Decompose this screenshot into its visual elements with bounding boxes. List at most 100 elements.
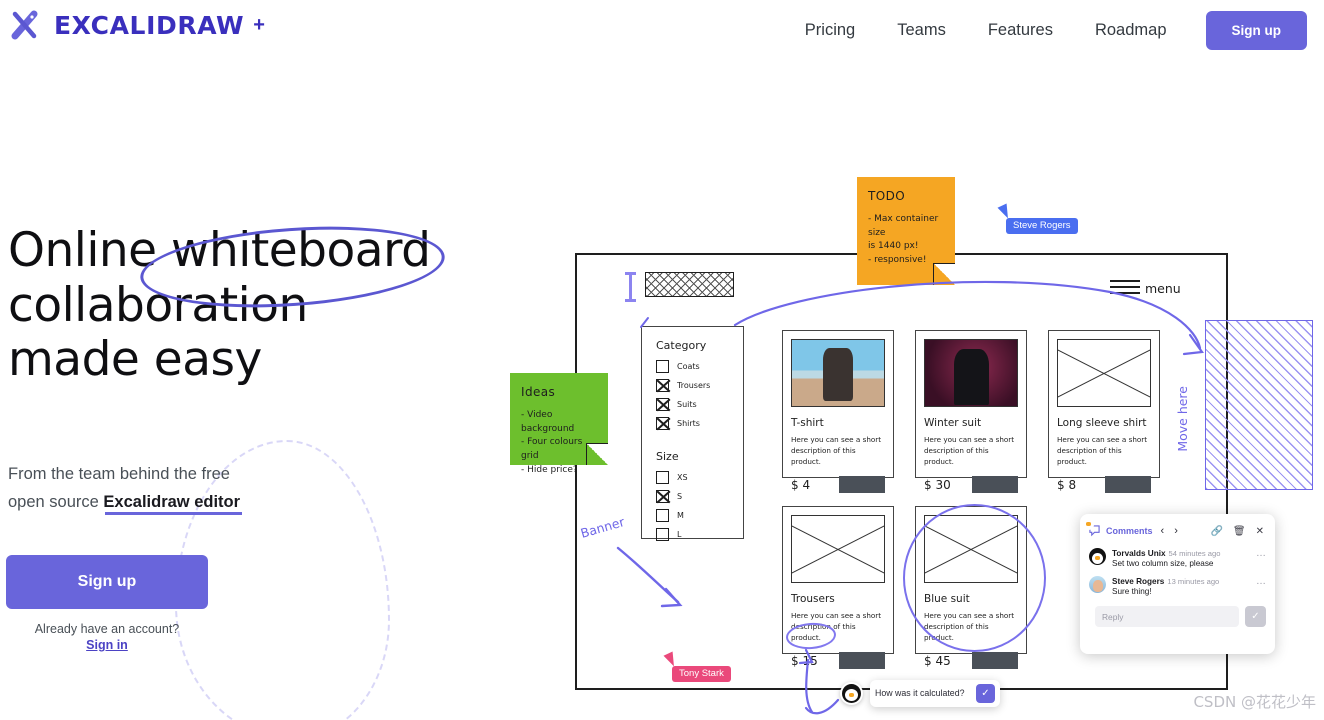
filter-option-trousers[interactable]: Trousers	[656, 379, 729, 392]
product-description: Here you can see a short description of …	[924, 435, 1015, 466]
comment-body: Steve Rogers 13 minutes ago Sure thing!	[1112, 576, 1250, 596]
sticky-todo-title: TODO	[868, 189, 906, 203]
product-footer: $ 4	[791, 476, 885, 494]
product-footer: $ 30	[924, 476, 1018, 494]
product-card-tshirt[interactable]: T-shirt Here you can see a short descrip…	[782, 330, 894, 494]
hatched-drop-target	[1205, 320, 1313, 490]
product-card-winter-suit[interactable]: Winter suit Here you can see a short des…	[915, 330, 1027, 494]
product-price: $ 15	[791, 653, 818, 668]
hamburger-menu-icon[interactable]	[1110, 280, 1140, 296]
filter-spacer	[656, 436, 729, 450]
comment-item: Torvalds Unix 54 minutes ago Set two colu…	[1089, 548, 1266, 568]
product-price: $ 30	[924, 477, 951, 492]
hatched-placeholder-bar	[645, 272, 734, 297]
close-icon[interactable]: ✕	[1254, 526, 1266, 537]
chevron-left-icon[interactable]: ‹	[1159, 525, 1167, 537]
product-name: Long sleeve shirt	[1057, 417, 1147, 429]
comment-author: Torvalds Unix	[1112, 549, 1166, 558]
checkbox-checked-icon[interactable]	[656, 490, 669, 503]
sticky-todo-line-2: is 1440 px!	[868, 241, 919, 252]
checkbox-icon[interactable]	[656, 528, 669, 541]
sticky-note-ideas[interactable]: Ideas - Video background - Four colours …	[510, 373, 608, 475]
comment-item: Steve Rogers 13 minutes ago Sure thing! …	[1089, 576, 1266, 596]
chevron-right-icon[interactable]: ›	[1172, 525, 1180, 537]
filter-label: M	[677, 511, 684, 520]
checkbox-checked-icon[interactable]	[656, 417, 669, 430]
comment-input-text[interactable]: How was it calculated?	[875, 688, 970, 698]
reply-input[interactable]: Reply	[1095, 606, 1239, 627]
comment-text: Set two column size, please	[1112, 559, 1214, 568]
filter-size-l[interactable]: L	[656, 528, 729, 541]
product-buy-button[interactable]	[839, 476, 885, 494]
checkbox-checked-icon[interactable]	[656, 398, 669, 411]
comment-more-icon[interactable]: …	[1256, 548, 1266, 568]
filter-label: Shirts	[677, 419, 700, 428]
product-description: Here you can see a short description of …	[791, 435, 882, 466]
comments-header: Comments ‹ › 🔗 🗑 ✕	[1089, 522, 1266, 540]
filter-size-xs[interactable]: XS	[656, 471, 729, 484]
sticky-ideas-line-1: - Video background	[521, 409, 575, 434]
link-icon[interactable]: 🔗	[1208, 526, 1224, 537]
avatar	[1089, 548, 1106, 565]
checkbox-icon[interactable]	[656, 360, 669, 373]
product-footer: $ 15	[791, 652, 885, 670]
blue-suit-highlight-circle	[903, 504, 1046, 652]
product-buy-button[interactable]	[839, 652, 885, 670]
product-buy-button[interactable]	[972, 476, 1018, 494]
comment-text: Sure thing!	[1112, 587, 1152, 596]
filter-size-title: Size	[656, 450, 679, 463]
product-price: $ 4	[791, 477, 811, 492]
sticky-ideas-title: Ideas	[521, 385, 556, 399]
product-card-long-sleeve-shirt[interactable]: Long sleeve shirt Here you can see a sho…	[1048, 330, 1160, 494]
checkbox-icon[interactable]	[656, 471, 669, 484]
text-cursor-icon	[625, 272, 636, 302]
product-footer: $ 45	[924, 652, 1018, 670]
inline-comment-bubble[interactable]: How was it calculated? ✓	[840, 678, 1000, 708]
filter-panel: Category Coats Trousers Suits Shirts Siz…	[641, 326, 744, 541]
product-buy-button[interactable]	[972, 652, 1018, 670]
comments-panel[interactable]: Comments ‹ › 🔗 🗑 ✕ Torvalds Unix 54 minut…	[1080, 514, 1275, 654]
collaborator-label-tony-stark: Tony Stark	[672, 666, 731, 682]
product-price: $ 45	[924, 653, 951, 668]
product-footer: $ 8	[1057, 476, 1151, 494]
trash-icon[interactable]: 🗑	[1231, 526, 1248, 537]
product-image	[791, 339, 885, 407]
product-description: Here you can see a short description of …	[1057, 435, 1148, 466]
product-image-placeholder	[791, 515, 885, 583]
filter-size-m[interactable]: M	[656, 509, 729, 522]
checkbox-icon[interactable]	[656, 509, 669, 522]
product-image-placeholder	[1057, 339, 1151, 407]
sticky-fold-corner	[586, 443, 608, 465]
sticky-fold-corner	[933, 263, 955, 285]
product-price: $ 8	[1057, 477, 1077, 492]
product-buy-button[interactable]	[1105, 476, 1151, 494]
check-icon[interactable]: ✓	[976, 683, 995, 703]
comment-more-icon[interactable]: …	[1256, 576, 1266, 596]
sticky-note-todo[interactable]: TODO - Max container size is 1440 px! - …	[857, 177, 955, 285]
filter-size-s[interactable]: S	[656, 490, 729, 503]
reply-row: Reply ✓	[1089, 606, 1266, 627]
checkbox-checked-icon[interactable]	[656, 379, 669, 392]
check-icon[interactable]: ✓	[1245, 606, 1266, 627]
filter-label: S	[677, 492, 683, 501]
annotation-move-here: Move here	[1175, 386, 1190, 452]
sticky-ideas-line-3: - Hide price?	[521, 465, 578, 476]
filter-option-coats[interactable]: Coats	[656, 360, 729, 373]
product-image	[924, 339, 1018, 407]
filter-option-shirts[interactable]: Shirts	[656, 417, 729, 430]
product-name: Trousers	[791, 593, 835, 605]
filter-label: XS	[677, 473, 688, 482]
comment-time: 54 minutes ago	[1168, 549, 1221, 558]
avatar	[840, 681, 863, 705]
filter-label: L	[677, 530, 682, 539]
filter-label: Coats	[677, 362, 700, 371]
filter-label: Suits	[677, 400, 697, 409]
product-name: T-shirt	[791, 417, 824, 429]
comment-author: Steve Rogers	[1112, 577, 1165, 586]
whiteboard-canvas[interactable]: menu TODO - Max container size is 1440 p…	[0, 0, 1324, 720]
collaborator-label-steve-rogers: Steve Rogers	[1006, 218, 1078, 234]
avatar	[1089, 576, 1106, 593]
comment-input-pill[interactable]: How was it calculated? ✓	[870, 679, 1000, 707]
comments-title: Comments	[1106, 526, 1153, 536]
filter-option-suits[interactable]: Suits	[656, 398, 729, 411]
